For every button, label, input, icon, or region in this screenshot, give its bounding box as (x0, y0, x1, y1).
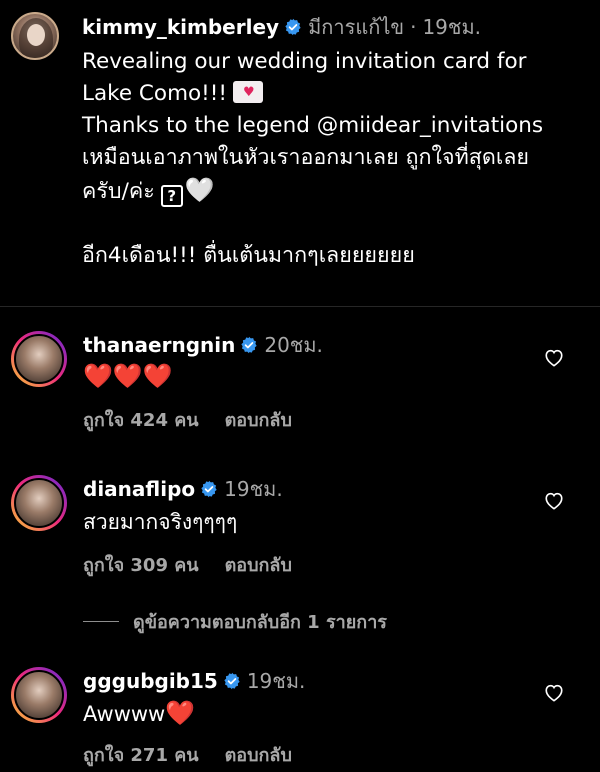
post-author-avatar[interactable] (11, 12, 59, 60)
comment-time: 19ชม. (246, 669, 306, 693)
comment-avatar[interactable] (11, 667, 67, 723)
heart-outline-icon[interactable] (543, 347, 565, 367)
unknown-glyph-icon: ? (160, 185, 183, 207)
post-username[interactable]: kimmy_kimberley (82, 15, 279, 39)
comment-avatar[interactable] (11, 475, 67, 531)
comment-actions: ถูกใจ 271 คน ตอบกลับ (83, 740, 292, 769)
comment-username[interactable]: dianaflipo (83, 477, 195, 501)
comment-username[interactable]: gggubgib15 (83, 669, 218, 693)
caption-line-2: Lake Como!!! ♥ (82, 78, 543, 110)
caption-line-4: เหมือนเอาภาพในหัวเราออกมาเลย ถูกใจที่สุด… (82, 145, 530, 170)
comment-text: ❤️❤️❤️ (83, 362, 173, 391)
comment-actions: ถูกใจ 309 คน ตอบกลับ (83, 550, 292, 579)
red-heart-icon: ❤️ (165, 699, 196, 727)
comment-likes-count[interactable]: ถูกใจ 271 คน (83, 745, 199, 766)
comment-text: Awwww❤️ (83, 699, 196, 727)
reply-button[interactable]: ตอบกลับ (225, 745, 292, 766)
comment-header: gggubgib15 19ชม. (83, 668, 305, 694)
comment-username[interactable]: thanaerngnin (83, 333, 235, 357)
comment-likes-count[interactable]: ถูกใจ 424 คน (83, 410, 199, 431)
caption-divider (0, 306, 600, 307)
caption-line-6: อีก4เดือน!!! ตื่นเต้นมากๆเลยยยยยย (82, 243, 415, 268)
separator: · (410, 15, 417, 39)
love-letter-icon: ♥ (233, 81, 264, 103)
reply-button[interactable]: ตอบกลับ (225, 410, 292, 431)
red-hearts-icon: ❤️❤️❤️ (83, 362, 173, 390)
view-more-replies-button[interactable]: ดูข้อความตอบกลับอีก 1 รายการ (83, 607, 387, 636)
comment-avatar[interactable] (11, 331, 67, 387)
comment-header: thanaerngnin 20ชม. (83, 332, 323, 358)
verified-badge-icon (201, 480, 217, 498)
comment-time: 20ชม. (264, 333, 323, 357)
verified-badge-icon (285, 18, 301, 36)
comment-time: 19ชม. (224, 477, 283, 501)
reply-button[interactable]: ตอบกลับ (225, 555, 292, 576)
view-replies-label: ดูข้อความตอบกลับอีก 1 รายการ (133, 612, 387, 633)
verified-badge-icon (241, 336, 257, 354)
comment-header: dianaflipo 19ชม. (83, 476, 283, 502)
post-caption: kimmy_kimberley มีการแก้ไข · 19ชม. Revealin… (0, 0, 600, 306)
verified-badge-icon (224, 672, 240, 690)
post-header: kimmy_kimberley มีการแก้ไข · 19ชม. (82, 14, 481, 40)
heart-outline-icon[interactable] (543, 490, 565, 510)
post-time: 19ชม. (422, 15, 482, 39)
caption-line-3: Thanks to the legend @miidear_invitation… (82, 113, 544, 138)
replies-dash (83, 621, 119, 622)
caption-line-1: Revealing our wedding invitation card fo… (82, 49, 527, 74)
heart-outline-icon[interactable] (543, 682, 565, 702)
white-heart-icon: 🤍 (184, 176, 215, 204)
caption-line-5: ครับ/ค่ะ? 🤍 (82, 176, 215, 207)
edited-label: มีการแก้ไข (308, 15, 405, 39)
comment-likes-count[interactable]: ถูกใจ 309 คน (83, 555, 199, 576)
comment-text: สวยมากจริงๆๆๆๆ (83, 510, 238, 534)
comment-actions: ถูกใจ 424 คน ตอบกลับ (83, 405, 292, 434)
caption-text: Revealing our wedding invitation card fo… (82, 46, 543, 272)
